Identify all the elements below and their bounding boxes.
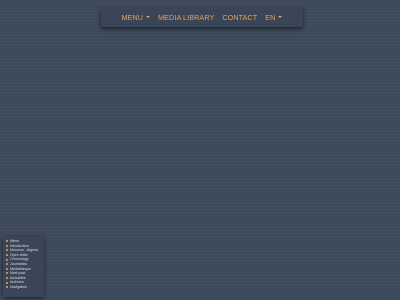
media-library-label: MEDIA LIBRARY <box>158 12 215 22</box>
sidenav-item-navigation[interactable]: Navigation <box>6 285 44 290</box>
bullet-icon <box>6 249 8 252</box>
side-navigation-list: Menu Introduction Morocco - Algeria Open… <box>6 239 44 290</box>
bullet-icon <box>6 254 8 257</box>
menu-dropdown[interactable]: MENU <box>122 13 151 22</box>
bullet-icon <box>6 258 8 261</box>
contact-label: CONTACT <box>222 12 258 22</box>
top-navigation-bar: MENU MEDIA LIBRARY CONTACT EN <box>101 7 303 27</box>
bullet-icon <box>6 244 8 247</box>
bullet-icon <box>6 286 8 289</box>
sidenav-item-label: Navigation <box>10 284 27 289</box>
chevron-down-icon <box>278 16 283 18</box>
bullet-icon <box>6 267 8 270</box>
chevron-down-icon <box>146 16 151 18</box>
contact-link[interactable]: CONTACT <box>222 13 257 22</box>
language-label: EN <box>265 12 276 22</box>
side-navigation-panel: Menu Introduction Morocco - Algeria Open… <box>3 237 44 297</box>
bullet-icon <box>6 240 8 243</box>
bullet-icon <box>6 272 8 275</box>
bullet-icon <box>6 277 8 280</box>
media-library-link[interactable]: MEDIA LIBRARY <box>158 13 214 22</box>
language-dropdown[interactable]: EN <box>265 12 283 22</box>
bullet-icon <box>6 263 8 266</box>
menu-label: MENU <box>121 12 144 22</box>
bullet-icon <box>6 281 8 284</box>
